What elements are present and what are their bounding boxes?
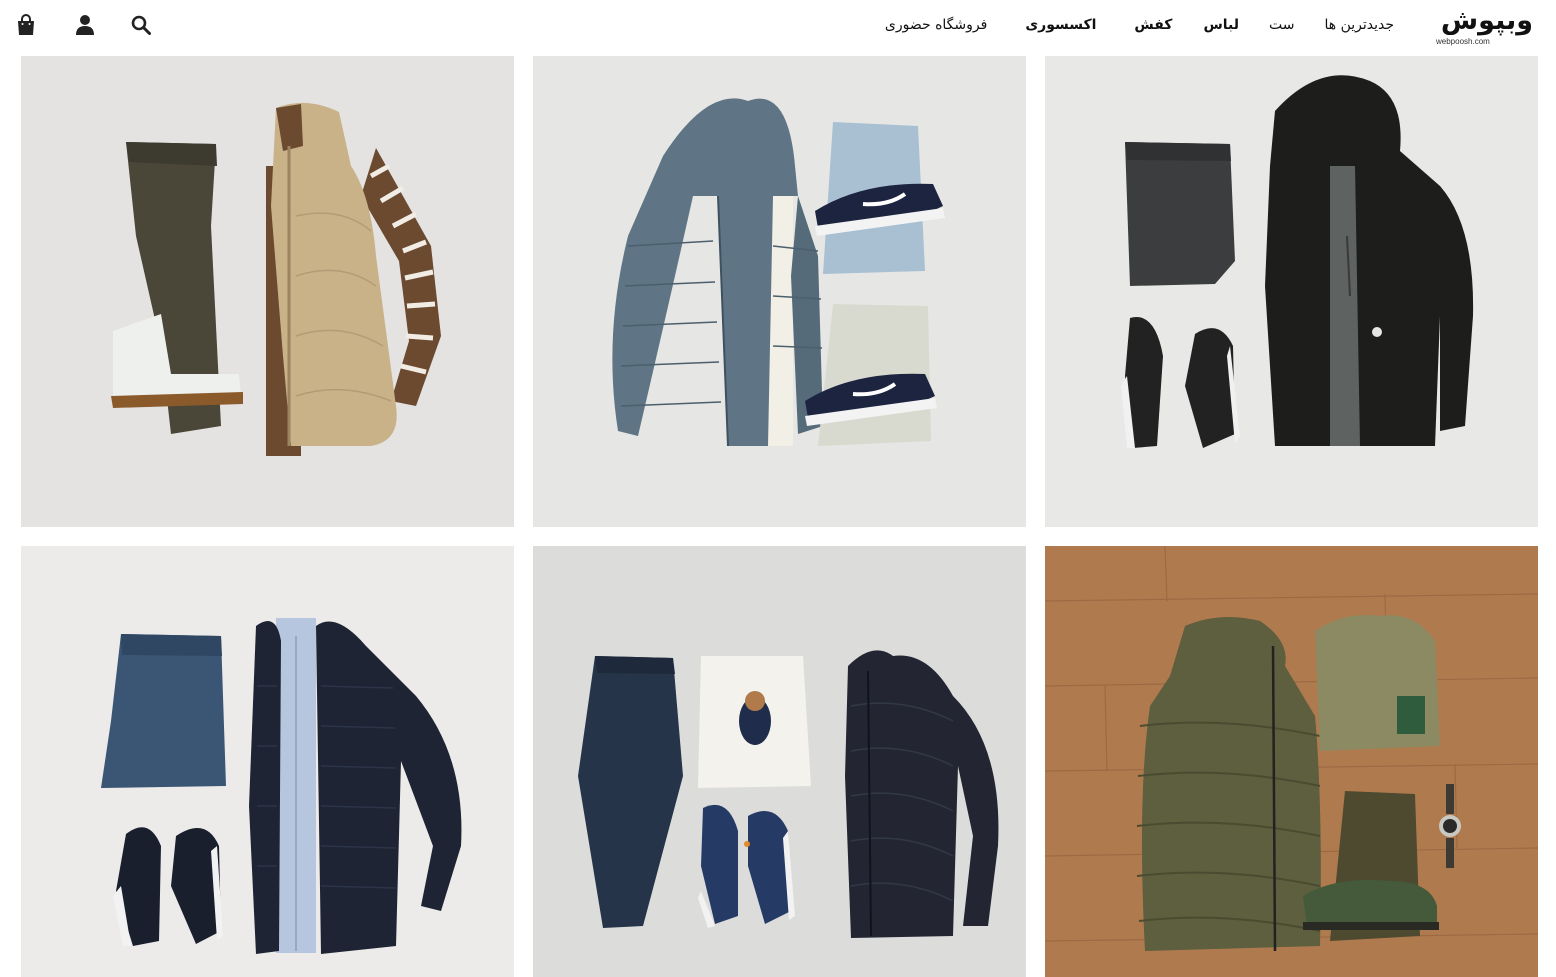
outfit-blue-puffer-jacket-sneakers xyxy=(533,56,1026,527)
site-logo[interactable]: وبپوش webpoosh.com xyxy=(1432,6,1542,48)
outfit-card[interactable] xyxy=(533,56,1026,527)
outfit-navy-quilted-jacket-jeans xyxy=(21,546,514,977)
nav-item-sets[interactable]: ست xyxy=(1269,16,1294,34)
logo-url: webpoosh.com xyxy=(1436,37,1490,46)
outfit-navy-puffer-bear-sweatshirt xyxy=(533,546,1026,977)
outfit-beige-vest-striped-sweater xyxy=(21,56,514,527)
search-icon[interactable] xyxy=(129,12,153,38)
nav-item-accessories[interactable]: اکسسوری xyxy=(1025,16,1096,34)
site-header: جدیدترین ها ست لباس کفش اکسسوری فروشگاه … xyxy=(0,0,1556,52)
nav-item-newest[interactable]: جدیدترین ها xyxy=(1324,16,1394,34)
user-icon[interactable] xyxy=(73,12,97,38)
shopping-bag-icon[interactable] xyxy=(14,12,38,38)
nav-item-clothing[interactable]: لباس xyxy=(1203,16,1239,34)
outfit-card[interactable] xyxy=(1045,546,1538,977)
logo-wordmark: وبپوش xyxy=(1440,5,1534,36)
nav-item-physical-store[interactable]: فروشگاه حضوری xyxy=(885,16,987,34)
outfit-card[interactable] xyxy=(533,546,1026,977)
outfit-card[interactable] xyxy=(21,546,514,977)
outfit-card[interactable] xyxy=(21,56,514,527)
outfit-black-hooded-jacket xyxy=(1045,56,1538,527)
main-nav: جدیدترین ها ست لباس کفش اکسسوری فروشگاه … xyxy=(885,16,1394,34)
header-icons xyxy=(14,12,153,38)
outfit-olive-puffer-vest-wood xyxy=(1045,546,1538,977)
nav-item-shoes[interactable]: کفش xyxy=(1134,16,1172,34)
outfit-card[interactable] xyxy=(1045,56,1538,527)
